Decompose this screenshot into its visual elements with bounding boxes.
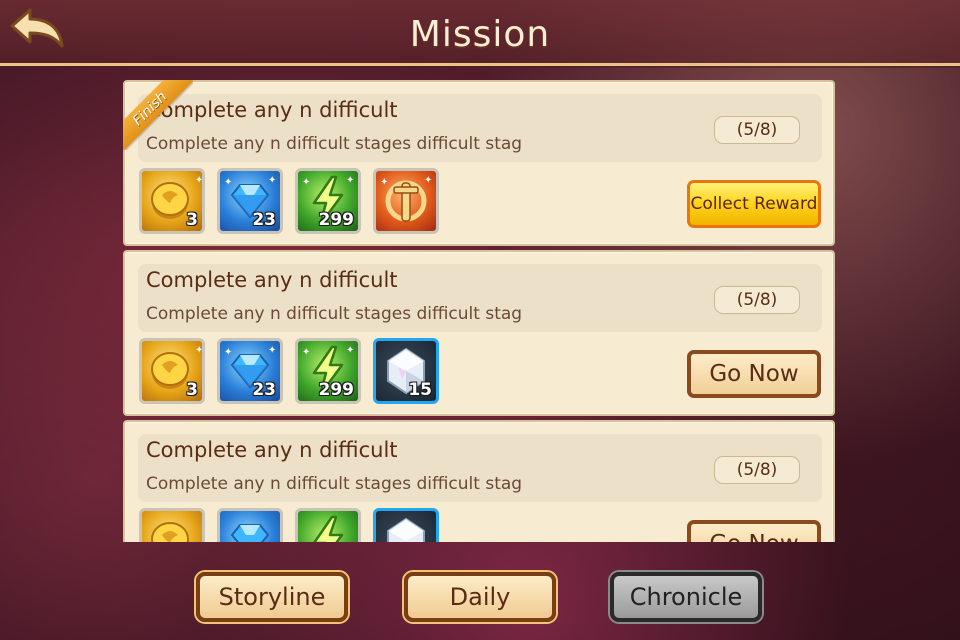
mission-progress: (5/8) [714, 456, 800, 484]
reward-energy[interactable]: ✦ ✦ 299 [295, 338, 361, 404]
go-now-button[interactable]: Go Now [687, 350, 821, 398]
reward-list [139, 508, 459, 542]
mission-description: Complete any n difficult stages difficul… [146, 474, 523, 494]
reward-list: ✦ 3 ✦ ✦ 23 ✦ ✦ 299 [139, 338, 459, 404]
page-title: Mission [409, 14, 551, 55]
mission-progress: (5/8) [714, 286, 800, 314]
reward-crystal[interactable] [373, 508, 439, 542]
reward-quantity: 299 [318, 210, 355, 230]
svg-text:✦: ✦ [302, 177, 310, 188]
reward-energy[interactable]: ✦ ✦ 299 [295, 168, 361, 234]
reward-gold[interactable]: ✦ 3 [139, 168, 205, 234]
mission-list[interactable]: Complete any n difficult Complete any n … [123, 80, 835, 542]
go-now-button[interactable]: Go Now [687, 520, 821, 542]
energy-icon [313, 515, 344, 542]
svg-text:✦: ✦ [195, 345, 202, 356]
mission-progress: (5/8) [714, 116, 800, 144]
diamond-icon [230, 524, 270, 542]
mission-description: Complete any n difficult stages difficul… [146, 304, 523, 324]
svg-text:✦: ✦ [424, 175, 432, 186]
mission-header: Complete any n difficult Complete any n … [138, 94, 822, 162]
mission-card: Complete any n difficult Complete any n … [123, 250, 835, 416]
reward-gold[interactable] [139, 508, 205, 542]
reward-diamond[interactable]: ✦ ✦ 23 [217, 338, 283, 404]
reward-diamond[interactable] [217, 508, 283, 542]
mission-title: Complete any n difficult [146, 268, 398, 292]
svg-text:✦: ✦ [268, 345, 276, 356]
mission-description: Complete any n difficult stages difficul… [146, 134, 523, 154]
gold-coin-icon [151, 522, 189, 542]
mission-card: Complete any n difficult Complete any n … [123, 80, 835, 246]
mission-header: Complete any n difficult Complete any n … [138, 434, 822, 502]
svg-text:✦: ✦ [195, 175, 202, 186]
tab-bar: Storyline Daily Chronicle [0, 542, 960, 640]
reward-list: ✦ 3 ✦ ✦ 23 ✦ ✦ 299 [139, 168, 459, 234]
svg-text:✦: ✦ [268, 175, 276, 186]
helmet-icon: ✦ ✦ [380, 175, 432, 222]
svg-text:✦: ✦ [224, 177, 232, 188]
reward-quantity: 15 [408, 380, 432, 400]
tab-storyline[interactable]: Storyline [196, 572, 348, 622]
reward-quantity: 23 [252, 380, 276, 400]
collect-reward-button[interactable]: Collect Reward [687, 180, 821, 228]
svg-text:✦: ✦ [346, 345, 354, 356]
reward-gold[interactable]: ✦ 3 [139, 338, 205, 404]
svg-text:✦: ✦ [224, 347, 232, 358]
finish-badge: Finish [123, 80, 193, 150]
crystal-icon [387, 517, 425, 542]
svg-text:✦: ✦ [302, 347, 310, 358]
reward-quantity: 3 [186, 210, 198, 230]
mission-card: Complete any n difficult Complete any n … [123, 420, 835, 542]
reward-quantity: 23 [252, 210, 276, 230]
reward-quantity: 299 [318, 380, 355, 400]
reward-helmet[interactable]: ✦ ✦ [373, 168, 439, 234]
svg-text:✦: ✦ [346, 175, 354, 186]
reward-diamond[interactable]: ✦ ✦ 23 [217, 168, 283, 234]
tab-daily[interactable]: Daily [404, 572, 556, 622]
svg-text:✦: ✦ [380, 177, 388, 188]
mission-header: Complete any n difficult Complete any n … [138, 264, 822, 332]
mission-title: Complete any n difficult [146, 438, 398, 462]
header-bar: Mission [0, 0, 960, 66]
reward-crystal[interactable]: 15 [373, 338, 439, 404]
reward-quantity: 3 [186, 380, 198, 400]
reward-energy[interactable] [295, 508, 361, 542]
tab-chronicle[interactable]: Chronicle [610, 572, 762, 622]
finish-badge-label: Finish [123, 80, 193, 150]
